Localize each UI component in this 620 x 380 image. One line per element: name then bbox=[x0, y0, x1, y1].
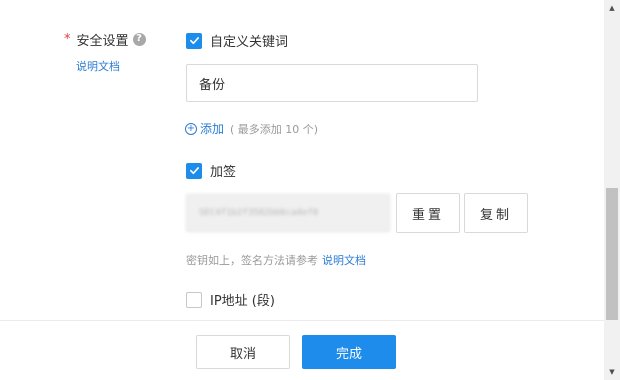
signature-label: 加签 bbox=[210, 165, 237, 180]
scroll-thumb[interactable] bbox=[606, 188, 618, 320]
question-circle-icon[interactable]: ? bbox=[132, 32, 146, 46]
reset-secret-button[interactable]: 重置 bbox=[396, 193, 460, 233]
add-keyword-row: + 添加 ( 最多添加 10 个) bbox=[185, 120, 318, 137]
secret-hint-text: 密钥如上，签名方法请参考 bbox=[186, 254, 318, 267]
scroll-down-arrow-icon[interactable]: ▼ bbox=[604, 364, 620, 380]
copy-secret-button[interactable]: 复制 bbox=[464, 193, 528, 233]
add-keyword-hint: ( 最多添加 10 个) bbox=[230, 122, 319, 136]
ip-label: IP地址 (段) bbox=[210, 294, 275, 309]
security-settings-label-row: * 安全设置 ? bbox=[64, 30, 146, 49]
secret-hint-row: 密钥如上，签名方法请参考 说明文档 bbox=[186, 252, 366, 268]
scroll-up-arrow-icon[interactable]: ▲ bbox=[604, 0, 620, 16]
check-icon bbox=[189, 37, 199, 45]
vertical-scrollbar[interactable]: ▲ ▼ bbox=[604, 0, 620, 380]
done-button[interactable]: 完成 bbox=[302, 335, 396, 369]
security-settings-label: 安全设置 bbox=[76, 33, 129, 49]
keyword-input[interactable] bbox=[186, 64, 478, 102]
robot-settings-panel: * 安全设置 ? 说明文档 自定义关键词 + 添加 ( 最多添加 10 个) 加… bbox=[0, 0, 604, 380]
signature-checkbox-row[interactable]: 加签 bbox=[186, 161, 236, 180]
add-keyword-label: 添加 bbox=[200, 122, 225, 136]
dialog-footer: 取消 完成 bbox=[0, 320, 604, 380]
security-doc-link[interactable]: 说明文档 bbox=[76, 58, 120, 74]
ip-checkbox-row[interactable]: IP地址 (段) bbox=[186, 290, 275, 309]
signature-doc-link[interactable]: 说明文档 bbox=[322, 252, 366, 268]
ip-checkbox[interactable] bbox=[186, 291, 202, 308]
plus-circle-icon: + bbox=[185, 122, 197, 135]
signature-checkbox[interactable] bbox=[186, 162, 202, 179]
add-keyword-button[interactable]: + 添加 bbox=[185, 120, 224, 137]
check-icon bbox=[189, 167, 199, 175]
custom-keywords-label: 自定义关键词 bbox=[210, 35, 289, 50]
custom-keywords-checkbox-row[interactable]: 自定义关键词 bbox=[186, 31, 288, 50]
required-mark: * bbox=[64, 31, 71, 47]
custom-keywords-checkbox[interactable] bbox=[186, 32, 202, 49]
cancel-button[interactable]: 取消 bbox=[196, 335, 290, 369]
secret-key-field: SEC4f1b2f3582bb6ca4ef8 bbox=[186, 194, 390, 232]
